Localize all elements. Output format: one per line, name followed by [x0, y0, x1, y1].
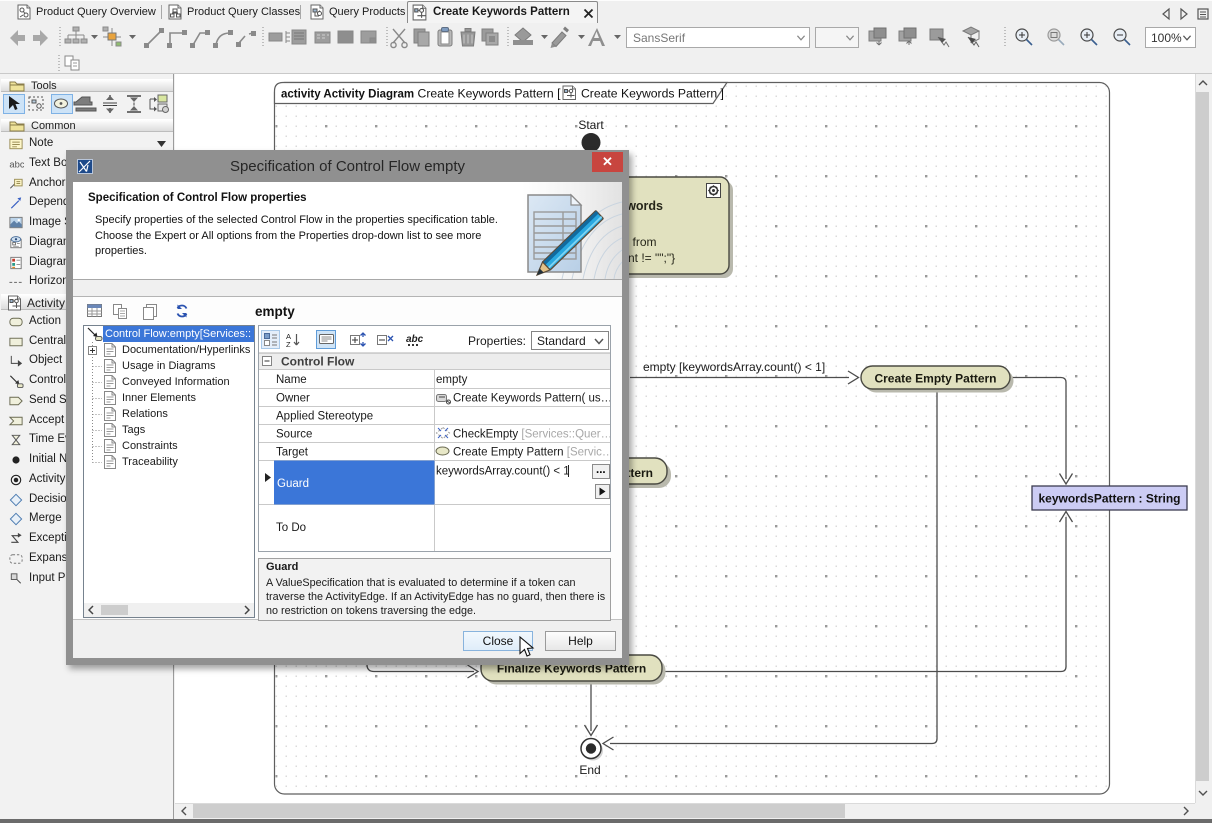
svg-text:Guard: Guard [277, 478, 309, 490]
svg-text:Create Empty Pattern [Servic…: Create Empty Pattern [Servic… [453, 447, 610, 459]
svg-text:Start: Start [578, 118, 604, 132]
svg-text:Owner: Owner [276, 393, 310, 405]
svg-text:...: ... [596, 464, 606, 476]
svg-text:empty [keywordsArray.count() <: empty [keywordsArray.count() < 1] [643, 360, 825, 374]
svg-text:Source: Source [276, 429, 312, 441]
svg-text:Target: Target [276, 447, 309, 459]
svg-text:keywordsArray.count() < 1: keywordsArray.count() < 1 [436, 466, 570, 478]
svg-text:CheckEmpty [Services::Quer…: CheckEmpty [Services::Quer… [453, 429, 610, 441]
svg-text:nt != "";"}: nt != "";"} [628, 251, 675, 265]
svg-text:Create Keywords Pattern ]: Create Keywords Pattern ] [581, 87, 724, 101]
svg-text:Control Flow: Control Flow [281, 355, 355, 369]
svg-text:from: from [633, 235, 657, 249]
svg-text:Applied Stereotype: Applied Stereotype [276, 411, 373, 423]
svg-text:keywordsPattern : String: keywordsPattern : String [1038, 492, 1180, 506]
svg-text:activity Activity Diagram Crea: activity Activity Diagram Create Keyword… [281, 87, 561, 101]
svg-text:Create Keywords Pattern( us…: Create Keywords Pattern( us… [453, 393, 610, 405]
svg-text:abc: abc [9, 158, 24, 169]
svg-text:To Do: To Do [276, 522, 306, 534]
svg-text:empty: empty [436, 374, 468, 386]
svg-text:End: End [579, 763, 600, 777]
svg-text:Create Empty Pattern: Create Empty Pattern [874, 372, 996, 386]
svg-text:Name: Name [276, 374, 307, 386]
